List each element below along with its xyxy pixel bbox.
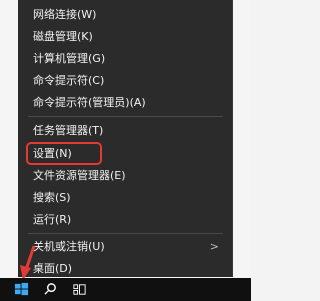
settings-highlight-box	[26, 142, 102, 165]
menu-item-desktop[interactable]: 桌面(D)	[18, 258, 233, 280]
task-view-icon[interactable]	[72, 282, 87, 297]
menu-item-search[interactable]: 搜索(S)	[18, 187, 233, 209]
windows-start-icon[interactable]	[14, 282, 29, 297]
search-icon[interactable]	[43, 282, 58, 297]
taskbar	[0, 278, 251, 301]
menu-item-network-connections[interactable]: 网络连接(W)	[18, 4, 233, 26]
menu-item-run[interactable]: 运行(R)	[18, 209, 233, 231]
menu-item-file-explorer[interactable]: 文件资源管理器(E)	[18, 165, 233, 187]
menu-item-disk-management[interactable]: 磁盘管理(K)	[18, 26, 233, 48]
menu-separator	[28, 233, 223, 234]
menu-item-shutdown-signout[interactable]: 关机或注销(U) >	[18, 236, 233, 258]
menu-item-command-prompt-admin[interactable]: 命令提示符(管理员)(A)	[18, 92, 233, 114]
winx-context-menu: 网络连接(W) 磁盘管理(K) 计算机管理(G) 命令提示符(C) 命令提示符(…	[18, 0, 233, 277]
menu-item-label: 关机或注销(U)	[33, 240, 105, 253]
menu-item-computer-management[interactable]: 计算机管理(G)	[18, 48, 233, 70]
screenshot: 网络连接(W) 磁盘管理(K) 计算机管理(G) 命令提示符(C) 命令提示符(…	[0, 0, 251, 301]
menu-item-task-manager[interactable]: 任务管理器(T)	[18, 120, 233, 142]
menu-item-command-prompt[interactable]: 命令提示符(C)	[18, 70, 233, 92]
submenu-arrow-icon: >	[209, 240, 219, 253]
menu-separator	[28, 116, 223, 117]
